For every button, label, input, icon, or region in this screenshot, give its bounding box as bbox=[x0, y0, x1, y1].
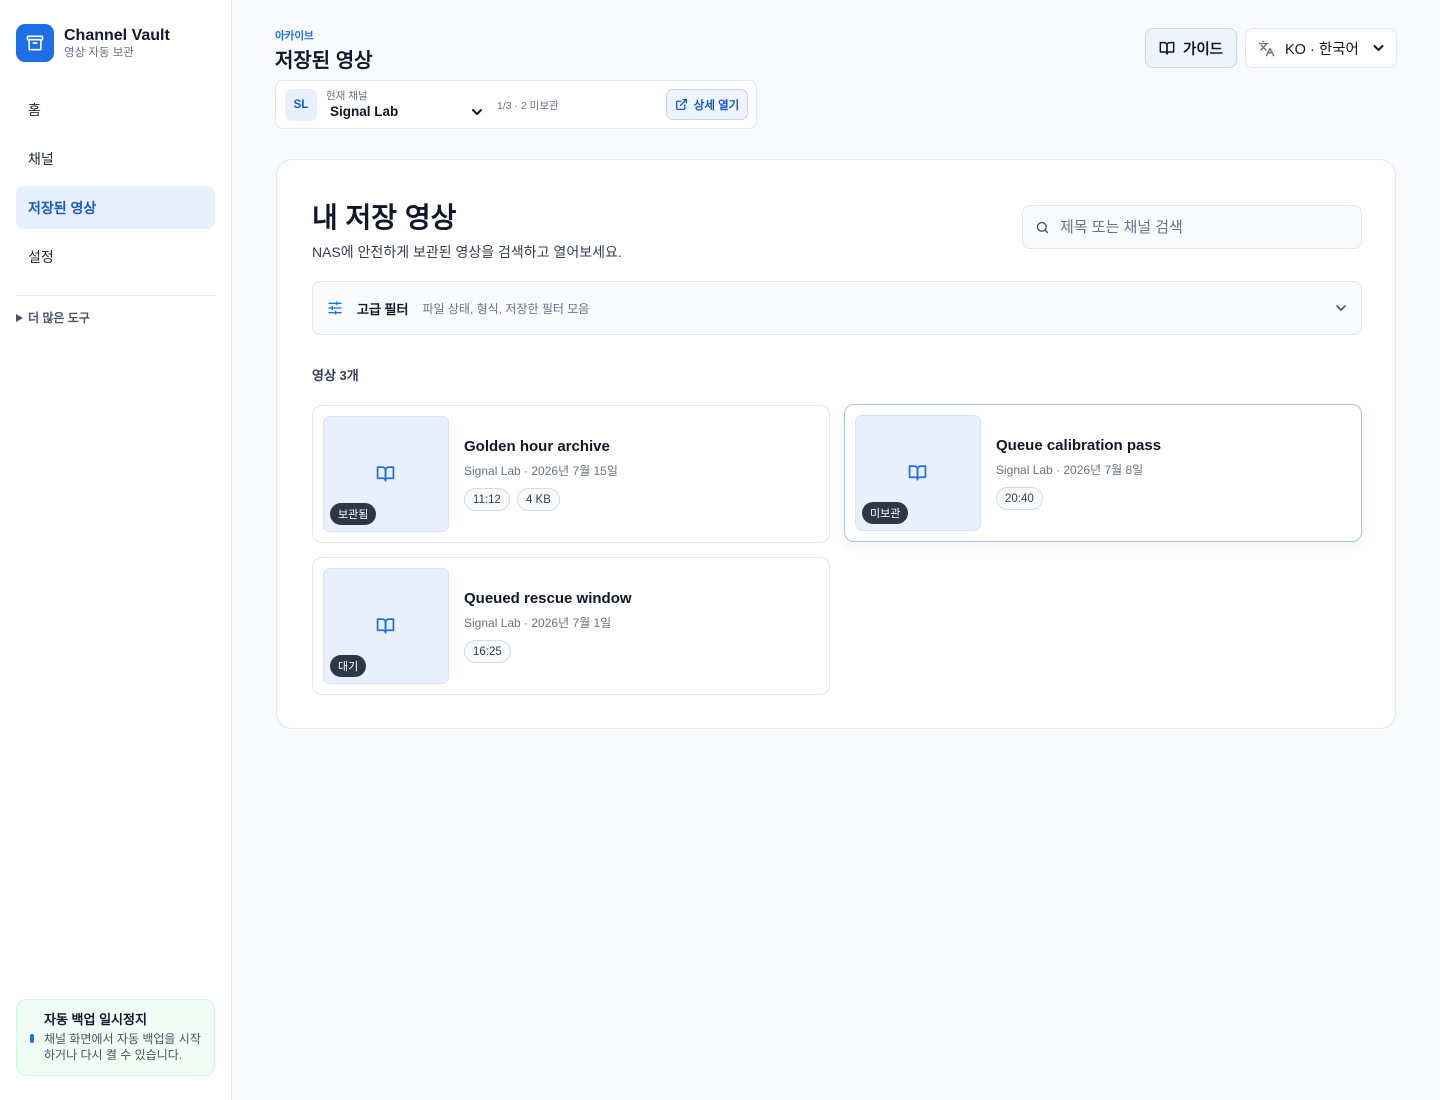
sidebar-item-channels[interactable]: 채널 bbox=[16, 137, 215, 180]
filter-title: 고급 필터 bbox=[357, 301, 409, 317]
video-chips: 20:40 bbox=[996, 487, 1043, 510]
section-title: 내 저장 영상 bbox=[312, 202, 457, 233]
open-details-label: 상세 열기 bbox=[693, 99, 740, 112]
page-title: 저장된 영상 bbox=[275, 50, 373, 72]
advanced-filter-toggle[interactable]: 고급 필터 파일 상태, 형식, 저장한 필터 모음 bbox=[312, 281, 1362, 335]
video-chips: 16:25 bbox=[464, 640, 511, 663]
channel-select[interactable]: Signal Lab bbox=[330, 104, 398, 119]
status-badge: 대기 bbox=[330, 655, 367, 677]
status-badge: 미보관 bbox=[862, 502, 909, 524]
book-icon bbox=[908, 465, 927, 481]
video-meta: Signal Lab · 2026년 7월 8일 bbox=[996, 463, 1144, 477]
filter-description: 파일 상태, 형식, 저장한 필터 모음 bbox=[422, 301, 590, 316]
language-select[interactable]: KO · 한국어 bbox=[1245, 28, 1397, 68]
saved-videos-panel: 내 저장 영상 NAS에 안전하게 보관된 영상을 검색하고 열어보세요. 고급… bbox=[276, 159, 1396, 729]
book-icon bbox=[376, 466, 395, 482]
video-chips: 11:12 4 KB bbox=[464, 488, 560, 511]
backup-status-title: 자동 백업 일시정지 bbox=[44, 1012, 147, 1027]
video-count: 영상 3개 bbox=[312, 368, 359, 383]
chevron-down-icon[interactable] bbox=[472, 108, 482, 116]
archive-box-icon bbox=[16, 24, 54, 62]
video-thumbnail[interactable]: 보관됨 bbox=[323, 416, 449, 532]
sidebar-item-home[interactable]: 홈 bbox=[16, 88, 215, 131]
sliders-icon bbox=[328, 301, 342, 315]
search-icon bbox=[1036, 221, 1049, 233]
video-card[interactable]: 대기 Queued rescue window Signal Lab · 202… bbox=[312, 557, 830, 695]
app-subtitle: 영상 자동 보관 bbox=[64, 47, 134, 59]
search-box bbox=[1022, 205, 1362, 249]
translate-icon bbox=[1258, 40, 1275, 56]
sidebar-divider bbox=[16, 295, 215, 296]
video-card[interactable]: 미보관 Queue calibration pass Signal Lab · … bbox=[844, 404, 1362, 542]
external-link-icon bbox=[675, 98, 687, 111]
size-chip: 4 KB bbox=[516, 488, 560, 511]
video-thumbnail[interactable]: 미보관 bbox=[855, 415, 981, 531]
status-badge: 보관됨 bbox=[330, 503, 377, 525]
duration-chip: 20:40 bbox=[996, 487, 1043, 510]
channel-selector-bar: SL 현재 채널 Signal Lab 1/3 · 2 미보관 상세 열기 bbox=[275, 80, 757, 129]
language-value: KO · 한국어 bbox=[1285, 41, 1359, 58]
video-title[interactable]: Golden hour archive bbox=[464, 438, 610, 455]
video-title[interactable]: Queue calibration pass bbox=[996, 437, 1161, 454]
channel-label: 현재 채널 bbox=[326, 90, 368, 102]
video-thumbnail[interactable]: 대기 bbox=[323, 568, 449, 684]
chevron-down-icon bbox=[1373, 45, 1384, 51]
channel-avatar: SL bbox=[285, 89, 317, 121]
book-icon bbox=[1159, 41, 1175, 55]
sidebar-item-settings[interactable]: 설정 bbox=[16, 235, 215, 278]
channel-count: 1/3 · 2 미보관 bbox=[497, 100, 559, 112]
duration-chip: 11:12 bbox=[464, 488, 510, 511]
chevron-down-icon bbox=[1336, 305, 1346, 311]
book-icon bbox=[376, 618, 395, 634]
video-meta: Signal Lab · 2026년 7월 1일 bbox=[464, 616, 612, 630]
caret-right-icon bbox=[16, 313, 23, 322]
sidebar-nav: 홈 채널 저장된 영상 설정 bbox=[16, 88, 215, 284]
video-card[interactable]: 보관됨 Golden hour archive Signal Lab · 202… bbox=[312, 405, 830, 543]
sidebar-item-saved-videos[interactable]: 저장된 영상 bbox=[16, 186, 215, 229]
video-title[interactable]: Queued rescue window bbox=[464, 590, 632, 607]
sidebar: Channel Vault 영상 자동 보관 홈 채널 저장된 영상 설정 더 … bbox=[0, 0, 232, 1100]
app-name: Channel Vault bbox=[64, 27, 170, 44]
video-meta: Signal Lab · 2026년 7월 15일 bbox=[464, 464, 618, 478]
duration-chip: 16:25 bbox=[464, 640, 511, 663]
more-tools-toggle[interactable]: 더 많은 도구 bbox=[16, 309, 90, 326]
search-input[interactable] bbox=[1059, 218, 1349, 236]
backup-status-text: 채널 화면에서 자동 백업을 시작하거나 다시 켤 수 있습니다. bbox=[44, 1032, 201, 1062]
breadcrumb: 아카이브 bbox=[275, 30, 314, 42]
more-tools-label: 더 많은 도구 bbox=[28, 311, 90, 325]
open-details-button[interactable]: 상세 열기 bbox=[666, 89, 748, 120]
guide-label: 가이드 bbox=[1182, 41, 1224, 58]
backup-status-card: 자동 백업 일시정지 채널 화면에서 자동 백업을 시작하거나 다시 켤 수 있… bbox=[16, 999, 215, 1076]
status-indicator bbox=[30, 1034, 34, 1043]
brand[interactable]: Channel Vault 영상 자동 보관 bbox=[16, 24, 170, 62]
section-subtitle: NAS에 안전하게 보관된 영상을 검색하고 열어보세요. bbox=[312, 244, 622, 260]
guide-button[interactable]: 가이드 bbox=[1145, 28, 1237, 68]
